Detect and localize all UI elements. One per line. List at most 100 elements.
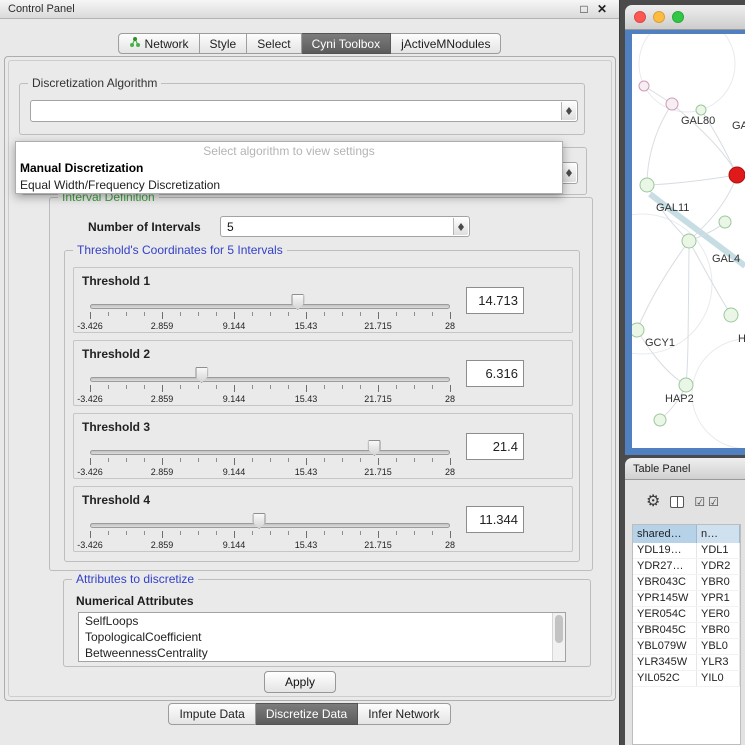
network-canvas[interactable]: GAL80GAGAL11GAL4GCY1HAP2H xyxy=(632,34,745,448)
apply-button[interactable]: Apply xyxy=(264,671,336,693)
network-node[interactable] xyxy=(640,178,654,192)
threshold-value-field[interactable]: 21.4 xyxy=(466,433,524,460)
algorithm-option-placeholder[interactable]: Select algorithm to view settings xyxy=(16,142,562,159)
slider-tick xyxy=(360,385,361,389)
slider-tick-label: -3.426 xyxy=(77,540,103,550)
algorithm-option-manual[interactable]: Manual Discretization xyxy=(16,159,562,176)
slider-tick xyxy=(198,312,199,316)
network-node[interactable] xyxy=(719,216,731,228)
slider-tick xyxy=(414,531,415,535)
slider-tick xyxy=(414,458,415,462)
cyni-toolbox-panel: Discretization Algorithm Table Data galF… xyxy=(4,56,616,701)
slider-tick-labels: -3.4262.8599.14415.4321.71528 xyxy=(90,540,450,550)
list-scrollbar[interactable] xyxy=(552,613,565,661)
column-header-name[interactable]: n… xyxy=(697,525,740,543)
slider-track[interactable] xyxy=(90,304,450,309)
network-node[interactable] xyxy=(729,167,745,183)
combo-stepper-icon xyxy=(561,164,576,182)
threshold-value-field[interactable]: 6.316 xyxy=(466,360,524,387)
network-node[interactable] xyxy=(724,308,738,322)
threshold-panel-2: Threshold 2 -3.4262.8599.14415.4321.7152… xyxy=(73,340,573,406)
slider-tick xyxy=(360,531,361,535)
tab-network[interactable]: Network xyxy=(118,33,200,54)
network-node-label: GAL11 xyxy=(656,202,689,214)
table-row[interactable]: YBR045CYBR0 xyxy=(633,623,740,639)
tab-jactivemnodules[interactable]: jActiveMNodules xyxy=(391,33,501,54)
zoom-traffic-light-icon[interactable] xyxy=(672,11,684,23)
slider-tick xyxy=(414,312,415,316)
slider-tick xyxy=(144,531,145,535)
threshold-slider[interactable]: -3.4262.8599.14415.4321.71528 xyxy=(90,511,450,551)
table-panel-titlebar[interactable]: Table Panel xyxy=(625,458,745,480)
gear-icon[interactable]: ⚙ xyxy=(646,494,660,510)
table-cell: YBL079W xyxy=(633,639,697,654)
slider-tick-label: 9.144 xyxy=(223,394,246,404)
column-header-shared-name[interactable]: shared… xyxy=(633,525,697,543)
table-row[interactable]: YIL052CYIL0 xyxy=(633,671,740,687)
table-row[interactable]: YLR345WYLR3 xyxy=(633,655,740,671)
algorithm-dropdown-popup: Select algorithm to view settings Manual… xyxy=(15,141,563,194)
threshold-value-field[interactable]: 14.713 xyxy=(466,287,524,314)
checkbox-icon[interactable]: ☑ xyxy=(708,496,719,508)
network-node[interactable] xyxy=(654,414,666,426)
list-scrollbar-thumb[interactable] xyxy=(555,615,563,643)
network-node[interactable] xyxy=(682,234,696,248)
network-node[interactable] xyxy=(639,81,649,91)
network-node[interactable] xyxy=(666,98,678,110)
algorithm-combobox[interactable] xyxy=(30,100,578,122)
numerical-attributes-list[interactable]: SelfLoopsTopologicalCoefficientBetweenne… xyxy=(78,612,566,662)
network-node[interactable] xyxy=(696,105,706,115)
numerical-attributes-list-items: SelfLoopsTopologicalCoefficientBetweenne… xyxy=(79,613,565,661)
algorithm-option-equal-width[interactable]: Equal Width/Frequency Discretization xyxy=(16,176,562,193)
slider-tick xyxy=(126,458,127,462)
threshold-slider[interactable]: -3.4262.8599.14415.4321.71528 xyxy=(90,292,450,332)
tab-style[interactable]: Style xyxy=(200,33,248,54)
table-cell: YBR043C xyxy=(633,575,697,590)
tab-infer-network[interactable]: Infer Network xyxy=(358,703,450,725)
threshold-slider[interactable]: -3.4262.8599.14415.4321.71528 xyxy=(90,365,450,405)
checkbox-icon[interactable]: ☑ xyxy=(694,496,705,508)
number-of-intervals-combobox[interactable]: 5 xyxy=(220,216,470,237)
slider-tick xyxy=(252,458,253,462)
table-row[interactable]: YBR043CYBR0 xyxy=(633,575,740,591)
attribute-list-item[interactable]: BetweennessCentrality xyxy=(79,645,565,661)
table-row[interactable]: YPR145WYPR1 xyxy=(633,591,740,607)
slider-tick xyxy=(216,531,217,535)
slider-track[interactable] xyxy=(90,377,450,382)
slider-tick xyxy=(432,458,433,462)
slider-tick xyxy=(108,458,109,462)
tab-impute-data[interactable]: Impute Data xyxy=(168,703,255,725)
columns-icon[interactable] xyxy=(670,496,684,508)
table-row[interactable]: YER054CYER0 xyxy=(633,607,740,623)
threshold-slider[interactable]: -3.4262.8599.14415.4321.71528 xyxy=(90,438,450,478)
network-window-titlebar[interactable] xyxy=(625,5,745,30)
float-window-icon[interactable]: □ xyxy=(575,2,593,16)
table-row[interactable]: YBL079WYBL0 xyxy=(633,639,740,655)
tab-discretize-data[interactable]: Discretize Data xyxy=(256,703,358,725)
tab-select[interactable]: Select xyxy=(247,33,301,54)
slider-tick xyxy=(270,312,271,316)
slider-track[interactable] xyxy=(90,523,450,528)
slider-tick xyxy=(126,531,127,535)
slider-tick-label: 28 xyxy=(445,467,455,477)
node-table-header: shared… n… xyxy=(633,525,740,543)
slider-tick xyxy=(162,458,163,465)
threshold-label: Threshold 3 xyxy=(82,420,150,434)
slider-tick xyxy=(144,312,145,316)
slider-tick xyxy=(180,312,181,316)
slider-tick-labels: -3.4262.8599.14415.4321.71528 xyxy=(90,394,450,404)
table-row[interactable]: YDR27…YDR2 xyxy=(633,559,740,575)
attribute-list-item[interactable]: SelfLoops xyxy=(79,613,565,629)
network-node[interactable] xyxy=(632,323,644,337)
slider-track[interactable] xyxy=(90,450,450,455)
table-row[interactable]: YDL19…YDL1 xyxy=(633,543,740,559)
network-node[interactable] xyxy=(679,378,693,392)
minimize-traffic-light-icon[interactable] xyxy=(653,11,665,23)
threshold-value-field[interactable]: 11.344 xyxy=(466,506,524,533)
tab-cyni-toolbox[interactable]: Cyni Toolbox xyxy=(302,33,391,54)
attribute-list-item[interactable]: TopologicalCoefficient xyxy=(79,629,565,645)
close-icon[interactable]: ✕ xyxy=(593,2,611,16)
close-traffic-light-icon[interactable] xyxy=(634,11,646,23)
slider-ticks xyxy=(90,312,450,320)
slider-tick xyxy=(162,531,163,538)
